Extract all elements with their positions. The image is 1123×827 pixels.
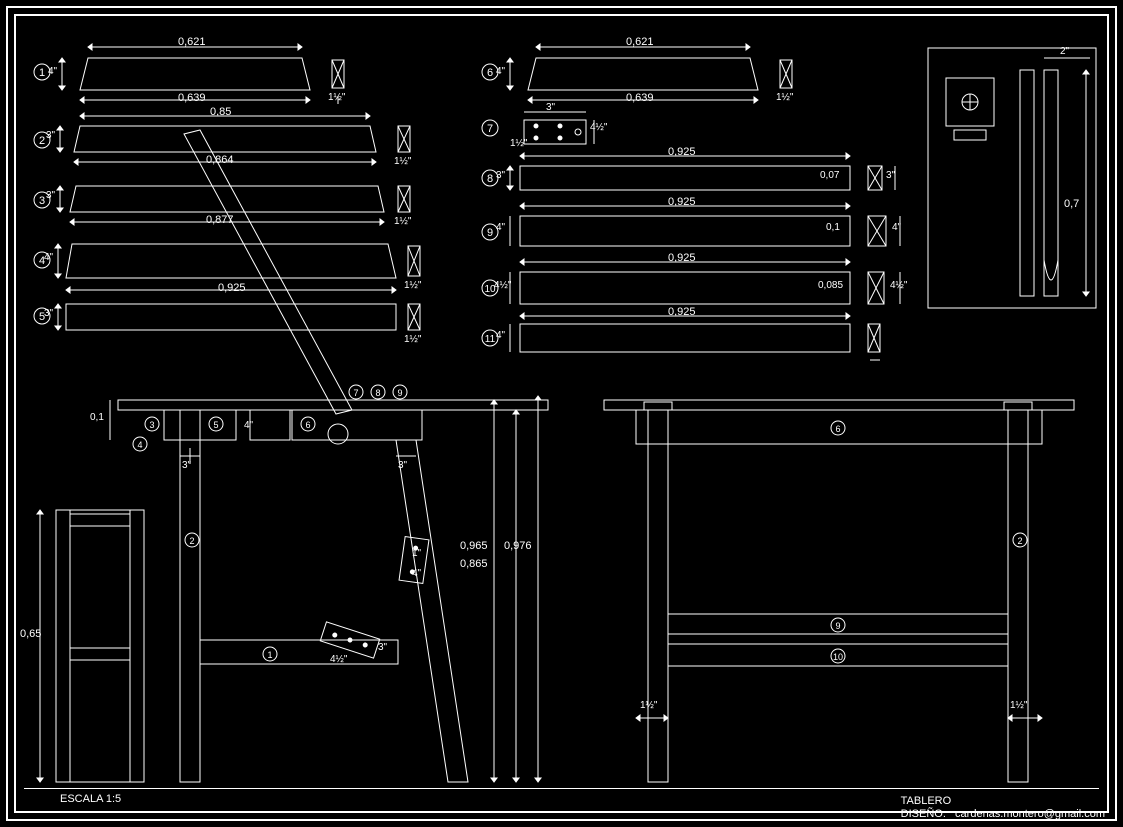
svg-text:2: 2 (39, 135, 45, 147)
designer-label: DISEÑO: (901, 808, 946, 820)
dim-p5-h: 3" (44, 308, 53, 319)
svg-text:6: 6 (305, 420, 310, 430)
dim-sv-h1: 0,965 (460, 540, 488, 552)
svg-text:5: 5 (213, 420, 218, 430)
dim-sv-brace: 3" (398, 460, 407, 471)
dim-sv-top: 0,1 (90, 412, 104, 423)
dim-p4-bot: 0,925 (218, 282, 246, 294)
dim-p2-top: 0,85 (210, 106, 231, 118)
dim-sv-plate-1: 1" (412, 548, 421, 559)
svg-text:2: 2 (189, 536, 194, 546)
svg-text:10: 10 (833, 652, 843, 662)
dim-p1-sec: 1½" (328, 92, 345, 103)
dim-p8-top: 0,925 (668, 146, 696, 158)
dim-p4-sec: 1½" (404, 280, 421, 291)
part-5: 5 (34, 304, 420, 330)
dim-sv-apron: 4" (244, 420, 253, 431)
scale-text: ESCALA (60, 793, 103, 805)
dim-p8-sec: 3" (886, 170, 895, 181)
dim-p1-top: 0,621 (178, 36, 206, 48)
dim-p9-sec: 4" (892, 222, 901, 233)
dim-p6-h: 4" (496, 66, 505, 77)
dim-p10-h: 4½" (494, 280, 511, 291)
svg-text:3: 3 (39, 195, 45, 207)
dim-p2-bot: 0,864 (206, 154, 234, 166)
dim-p11-top: 0,925 (668, 306, 696, 318)
designer-contact: cardenas.montero@gmail.com (955, 808, 1105, 820)
dim-p8-extra: 0,07 (820, 170, 839, 181)
svg-text:9: 9 (397, 388, 402, 398)
dim-p8-h: 3" (496, 170, 505, 181)
dim-p3-h: 3" (46, 190, 55, 201)
dim-detail-w: 2" (1060, 46, 1069, 57)
dim-sv-h3: 0,976 (504, 540, 532, 552)
part-7: 7 (482, 112, 594, 144)
assembly-front-view: 6 2 9 10 (604, 400, 1074, 782)
svg-text:6: 6 (835, 424, 840, 434)
svg-text:8: 8 (487, 173, 493, 185)
dim-sv-plate-w: 4½" (330, 654, 347, 665)
dim-p7-top: 3" (546, 102, 555, 113)
dim-sv-plate-4: 4" (412, 568, 421, 579)
svg-text:7: 7 (487, 123, 493, 135)
dim-p4-h: 4" (44, 252, 53, 263)
svg-text:4: 4 (137, 440, 142, 450)
dim-p2-h: 3" (46, 130, 55, 141)
detail-right (928, 48, 1096, 308)
svg-text:9: 9 (487, 227, 493, 239)
svg-text:2: 2 (1017, 536, 1022, 546)
assembly-side-view: 4 3 5 6 7 8 9 2 1 (110, 130, 548, 782)
svg-text:11: 11 (485, 334, 496, 345)
dim-p5-sec: 1½" (404, 334, 421, 345)
scale-label: ESCALA 1:5 (60, 793, 121, 805)
dim-p9-extra: 0,1 (826, 222, 840, 233)
dim-p10-top: 0,925 (668, 252, 696, 264)
svg-text:1: 1 (267, 650, 272, 660)
svg-text:7: 7 (353, 388, 358, 398)
part-11: 11 (482, 313, 880, 360)
title-block: TABLERO DISEÑO: cardenas.montero@gmail.c… (901, 795, 1105, 821)
dim-p11-h: 4" (496, 330, 505, 341)
dim-sv-plate-b: 3" (378, 642, 387, 653)
dim-p10-extra: 0,085 (818, 280, 843, 291)
dim-p1-h: 4" (48, 66, 57, 77)
dim-p7-sec: 4½" (590, 122, 607, 133)
dim-p3-sec: 1½" (394, 216, 411, 227)
dim-p1-bot: 0,639 (178, 92, 206, 104)
dim-p6-bot: 0,639 (626, 92, 654, 104)
dim-fv-left: 1½" (640, 700, 657, 711)
svg-text:1: 1 (39, 67, 45, 79)
dim-sv-leg: 3" (182, 460, 191, 471)
svg-text:3: 3 (149, 420, 154, 430)
assembly-aux-frame (37, 510, 144, 782)
dim-aux-h: 0,65 (20, 628, 41, 640)
dim-p9-top: 0,925 (668, 196, 696, 208)
dim-p9-h: 4" (496, 222, 505, 233)
dim-p7-h: 1½" (510, 138, 527, 149)
drawing-canvas: 1 2 3 4 5 (0, 0, 1123, 827)
svg-text:9: 9 (835, 621, 840, 631)
scale-value: 1:5 (106, 793, 121, 805)
dim-p3-bot: 0,877 (206, 214, 234, 226)
dim-detail-h: 0,7 (1064, 198, 1079, 210)
dim-sv-h2: 0,865 (460, 558, 488, 570)
svg-text:6: 6 (487, 67, 493, 79)
dim-p2-sec: 1½" (394, 156, 411, 167)
dim-fv-right: 1½" (1010, 700, 1027, 711)
svg-text:8: 8 (375, 388, 380, 398)
dim-p6-top: 0,621 (626, 36, 654, 48)
dim-p10-sec: 4½" (890, 280, 907, 291)
drawing-title: TABLERO (901, 795, 1105, 808)
ground-line (24, 788, 1099, 789)
dim-p6-sec: 1½" (776, 92, 793, 103)
